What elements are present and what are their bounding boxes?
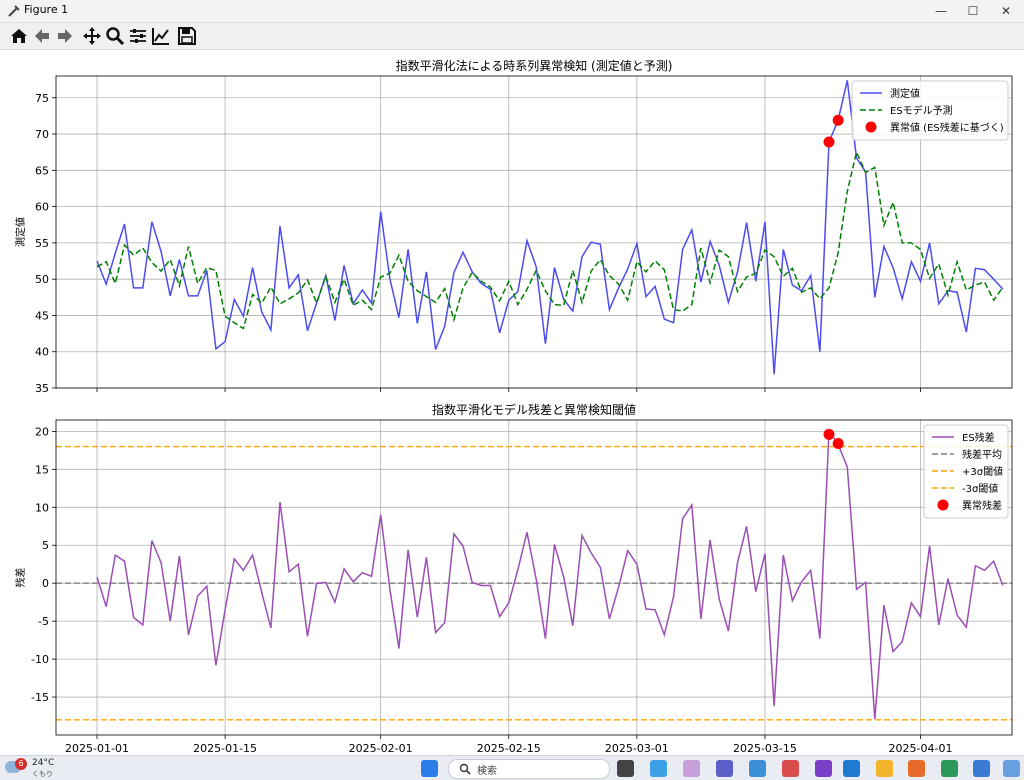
legend-label: 測定値 xyxy=(890,87,920,100)
y-tick-label: 45 xyxy=(35,309,49,322)
file-explorer-icon[interactable] xyxy=(876,760,893,777)
search-placeholder: 検索 xyxy=(477,766,497,777)
legend-label: 異常値 (ES残差に基づく) xyxy=(890,121,1004,134)
chart-figure: 354045505560657075指数平滑化法による時系列異常検知 (測定値と… xyxy=(14,58,1013,755)
legend-marker-swatch xyxy=(937,499,949,511)
back-icon xyxy=(35,29,49,43)
y-tick-label: 10 xyxy=(35,501,49,514)
edge-icon[interactable] xyxy=(749,760,766,777)
y-tick-label: 15 xyxy=(35,463,49,476)
notification-badge: 6 xyxy=(15,758,27,770)
copilot-icon[interactable] xyxy=(650,760,667,777)
save-button[interactable] xyxy=(176,25,198,47)
y-tick-label: 60 xyxy=(35,201,49,214)
legend-label: +3σ閾値 xyxy=(962,465,1003,478)
chart-title: 指数平滑化モデル残差と異常検知閾値 xyxy=(432,402,636,417)
forward-button[interactable] xyxy=(54,25,76,47)
weather-temperature: 24°C xyxy=(32,758,55,768)
taskbar: 6 24°C くもり 検索 xyxy=(0,755,1024,780)
weather-widget[interactable]: 6 24°C くもり xyxy=(0,756,70,780)
anomaly-point xyxy=(832,438,844,450)
edit-axis-icon xyxy=(152,28,169,45)
y-tick-label: -10 xyxy=(31,653,49,666)
x-tick-label: 2025-01-15 xyxy=(193,742,257,755)
weather-description: くもり xyxy=(32,770,53,778)
window-titlebar: Figure 1 — ☐ ✕ xyxy=(0,0,1024,23)
legend-label: 異常残差 xyxy=(962,499,1002,512)
legend-label: ES残差 xyxy=(962,431,995,444)
y-tick-label: -15 xyxy=(31,691,49,704)
y-tick-label: 35 xyxy=(35,382,49,395)
home-icon xyxy=(11,29,27,43)
configure-subplots-button[interactable] xyxy=(127,25,149,47)
legend-label: ESモデル予測 xyxy=(890,104,953,117)
configure-subplots-icon xyxy=(130,29,146,43)
y-tick-label: 55 xyxy=(35,237,49,250)
series-line xyxy=(96,428,1004,720)
legend-marker-swatch xyxy=(865,121,877,133)
forward-icon xyxy=(58,29,72,43)
y-tick-label: 20 xyxy=(35,425,49,438)
x-tick-label: 2025-03-15 xyxy=(733,742,797,755)
app-icon xyxy=(8,5,20,17)
vscode-icon[interactable] xyxy=(843,760,860,777)
x-tick-label: 2025-02-15 xyxy=(477,742,541,755)
y-axis-label: 残差 xyxy=(14,568,27,588)
notepad-icon[interactable] xyxy=(683,760,700,777)
search-icon xyxy=(459,763,471,775)
x-tick-label: 2025-03-01 xyxy=(605,742,669,755)
app-icon-green[interactable] xyxy=(941,760,958,777)
x-tick-label: 2025-02-01 xyxy=(349,742,413,755)
chrome-icon[interactable] xyxy=(973,760,990,777)
snipping-tool-icon[interactable] xyxy=(782,760,799,777)
legend-label: -3σ閾値 xyxy=(962,482,998,495)
window-title: Figure 1 xyxy=(24,3,69,16)
app-icon-blue[interactable] xyxy=(1003,760,1020,777)
edit-axis-button[interactable] xyxy=(150,25,172,47)
save-icon xyxy=(178,27,196,45)
chart-title: 指数平滑化法による時系列異常検知 (測定値と予測) xyxy=(396,58,673,73)
firefox-icon[interactable] xyxy=(908,760,925,777)
anomaly-point xyxy=(832,114,844,126)
y-tick-label: 50 xyxy=(35,273,49,286)
minimize-button[interactable]: — xyxy=(925,0,957,22)
y-tick-label: 0 xyxy=(42,577,49,590)
home-button[interactable] xyxy=(8,25,30,47)
y-axis-label: 測定値 xyxy=(14,217,27,247)
x-tick-label: 2025-04-01 xyxy=(889,742,953,755)
zoom-icon xyxy=(106,27,125,46)
start-icon[interactable] xyxy=(421,760,438,777)
anomaly-point xyxy=(823,428,835,440)
close-button[interactable]: ✕ xyxy=(990,0,1022,22)
y-tick-label: 65 xyxy=(35,164,49,177)
anomaly-point xyxy=(823,136,835,148)
figure-canvas: 35 40 45 50 55 60 65 70 75 指数平滑化法による時系列異常検知 (測定値と… xyxy=(0,50,1024,755)
zoom-button[interactable] xyxy=(104,25,126,47)
y-tick-label: 70 xyxy=(35,128,49,141)
y-tick-label: 75 xyxy=(35,92,49,105)
figure-toolbar xyxy=(0,23,1024,50)
y-tick-label: 40 xyxy=(35,346,49,359)
y-tick-label: 5 xyxy=(42,539,49,552)
visual-studio-icon[interactable] xyxy=(815,760,832,777)
maximize-button[interactable]: ☐ xyxy=(957,0,989,22)
pan-icon xyxy=(83,27,101,45)
back-button[interactable] xyxy=(31,25,53,47)
y-tick-label: -5 xyxy=(38,615,49,628)
task-view-icon[interactable] xyxy=(617,760,634,777)
pan-button[interactable] xyxy=(81,25,103,47)
axes-frame xyxy=(55,419,1013,736)
teams-icon[interactable] xyxy=(716,760,733,777)
legend-label: 残差平均 xyxy=(962,448,1002,461)
x-tick-label: 2025-01-01 xyxy=(65,742,129,755)
taskbar-search[interactable]: 検索 xyxy=(448,759,610,779)
